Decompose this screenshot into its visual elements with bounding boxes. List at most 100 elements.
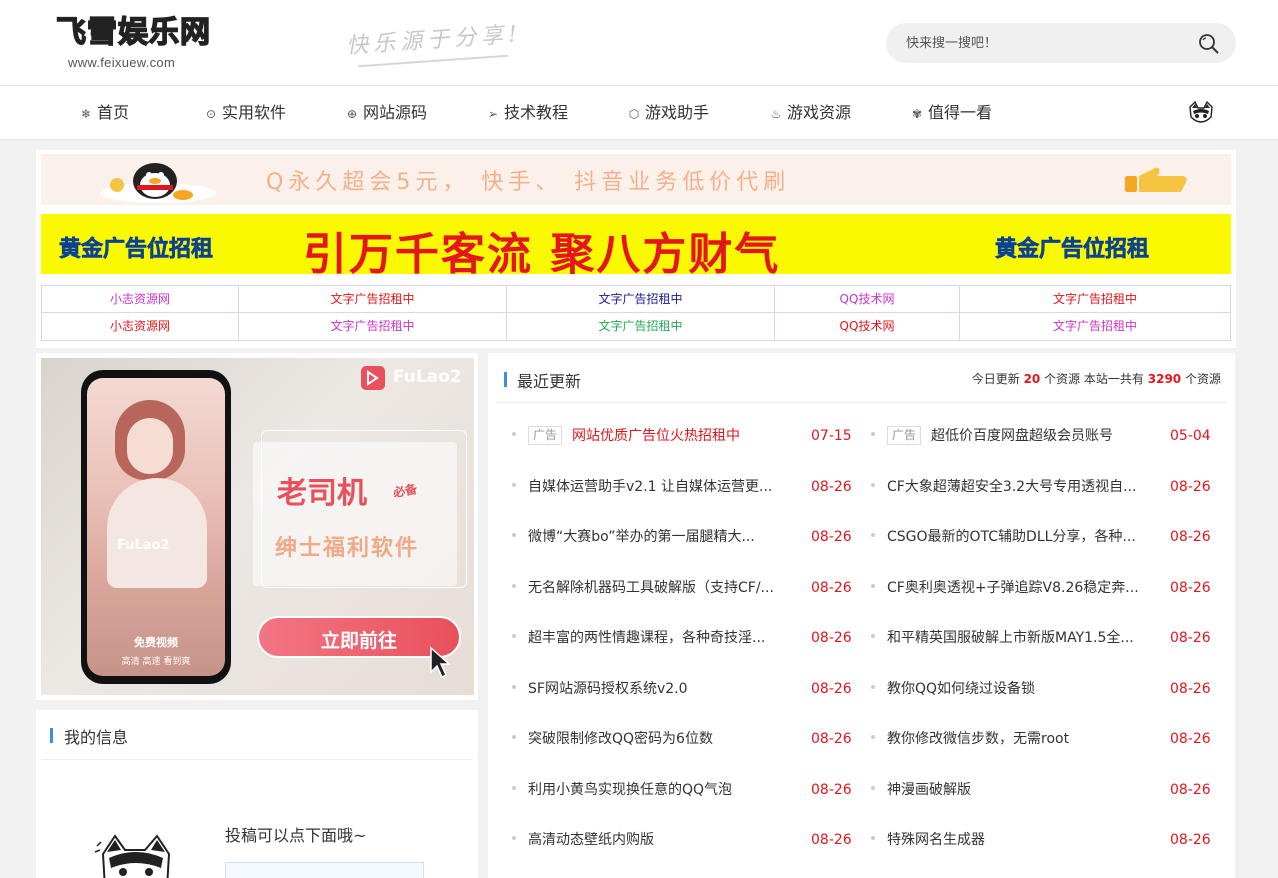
text-ad-grid: 小志资源网 文字广告招租中 文字广告招租中 QQ技术网 文字广告招租中 小志资源… (41, 285, 1231, 341)
post-title[interactable]: 微博“大赛bo”举办的第一届腿精大... (528, 527, 792, 547)
my-info-card: 我的信息 投稿可以点下面哦~ (36, 710, 478, 878)
search-icon[interactable] (1196, 31, 1222, 57)
penguin-icon (100, 163, 216, 203)
bullet-dot (871, 785, 875, 790)
text-ad-link[interactable]: 文字广告招租中 (507, 313, 775, 340)
text-ad-link[interactable]: 文字广告招租中 (960, 286, 1230, 313)
post-date: 08-26 (1170, 731, 1211, 747)
post-item[interactable]: 教你修改微信步数，无需root 08-26 (871, 727, 1221, 751)
post-item[interactable]: 和平精英国服破解上市新版MAY1.5全... 08-26 (871, 626, 1221, 650)
post-item[interactable]: SF网站源码授权系统v2.0 08-26 (512, 677, 862, 701)
bullet-dot (512, 533, 516, 537)
post-title[interactable]: 利用小黄鸟实现换任意的QQ气泡 (528, 780, 792, 800)
post-item[interactable]: 利用小黄鸟实现换任意的QQ气泡 08-26 (512, 778, 862, 802)
post-date: 08-26 (811, 731, 852, 747)
post-date: 08-26 (811, 529, 852, 545)
post-date: 08-26 (1170, 781, 1211, 798)
promo-badge: 必备 (392, 482, 419, 500)
post-title[interactable]: SF网站源码授权系统v2.0 (528, 679, 792, 699)
post-title[interactable]: 教你修改微信步数，无需root (887, 729, 1151, 749)
post-item[interactable]: 广告 超低价百度网盘超级会员账号 05-04 (871, 424, 1221, 448)
post-date: 08-26 (811, 630, 852, 646)
post-date: 08-26 (1170, 478, 1211, 495)
nav-item-label: 值得一看 (928, 103, 993, 122)
post-title[interactable]: CF奥利奥透视+子弹追踪V8.26稳定奔... (887, 578, 1151, 598)
title-accent-bar (50, 728, 53, 743)
site-header: 飞雪娱乐网 www.feixuew.com 快乐源于分享! (0, 0, 1278, 86)
post-item[interactable]: 无名解除机器码工具破解版（支持CF/... 08-26 (512, 576, 862, 600)
post-item[interactable]: CF大象超薄超安全3.2大号专用透视自... 08-26 (871, 475, 1221, 499)
post-item[interactable]: 教你QQ如何绕过设备锁 08-26 (871, 677, 1221, 701)
user-avatar[interactable] (1186, 99, 1216, 129)
banner-ad-gold[interactable]: 黄金广告位招租 引万千客流 聚八方财气 黄金广告位招租 (41, 214, 1231, 274)
post-title[interactable]: 和平精英国服破解上市新版MAY1.5全... (887, 628, 1151, 648)
nav-item-label: 游戏助手 (645, 103, 710, 122)
bullet-dot (512, 634, 516, 638)
text-ad-link[interactable]: 小志资源网 (42, 286, 239, 313)
nav-item-label: 游戏资源 (787, 103, 852, 122)
title-accent-bar (504, 372, 507, 387)
fire-icon: ♨ (770, 107, 782, 121)
post-title[interactable]: 突破限制修改QQ密码为6位数 (528, 729, 792, 749)
post-title[interactable]: 网站优质广告位火热招租中 (572, 426, 792, 446)
post-item[interactable]: 高清动态壁纸内购版 08-26 (512, 828, 862, 852)
nav-item-worth-seeing[interactable]: ✾ 值得一看 (911, 86, 992, 140)
post-title[interactable]: 特殊网名生成器 (887, 830, 1151, 850)
text-ad-link[interactable]: QQ技术网 (775, 286, 960, 313)
post-item[interactable]: 广告 网站优质广告位火热招租中 07-15 (512, 424, 862, 448)
post-title[interactable]: CSGO最新的OTC辅助DLL分享，各种... (887, 527, 1151, 547)
cursor-arrow-icon (430, 646, 451, 679)
fulao-logo-icon (361, 366, 385, 390)
text-ad-link[interactable]: 小志资源网 (42, 313, 239, 340)
nav-item-home[interactable]: ❄ 首页 (80, 86, 129, 140)
submit-button[interactable] (225, 862, 424, 878)
nav-item-source-code[interactable]: ⊕ 网站源码 (346, 86, 427, 140)
ad-block: Q永久超会5元， 快手、 抖音业务低价代刷 黄金广告位招租 引万千客流 聚八方财… (36, 150, 1236, 348)
post-title[interactable]: 自媒体运营助手v2.1 让自媒体运营更... (528, 477, 792, 497)
post-item[interactable]: 超丰富的两性情趣课程，各种奇技淫... 08-26 (512, 626, 862, 650)
site-logo[interactable]: 飞雪娱乐网 www.feixuew.com (55, 14, 226, 74)
post-item[interactable]: 神漫画破解版 08-26 (871, 778, 1221, 802)
search-input[interactable] (906, 32, 1186, 54)
post-item[interactable]: 特殊网名生成器 08-26 (871, 828, 1221, 852)
ad-tag: 广告 (887, 426, 922, 445)
text-ad-link[interactable]: 文字广告招租中 (239, 313, 507, 340)
logo-text: 飞雪娱乐网 (55, 14, 211, 51)
post-title[interactable]: 超低价百度网盘超级会员账号 (931, 426, 1151, 446)
post-title[interactable]: 超丰富的两性情趣课程，各种奇技淫... (528, 628, 792, 648)
post-title[interactable]: 神漫画破解版 (887, 780, 1151, 800)
text-ad-link[interactable]: 文字广告招租中 (960, 313, 1230, 340)
phone-caption: 免费视频 (134, 636, 178, 649)
banner-ad-qq[interactable]: Q永久超会5元， 快手、 抖音业务低价代刷 (41, 154, 1231, 205)
post-item[interactable]: CSGO最新的OTC辅助DLL分享，各种... 08-26 (871, 525, 1221, 549)
post-title[interactable]: 高清动态壁纸内购版 (528, 830, 792, 850)
submit-tip: 投稿可以点下面哦~ (225, 826, 367, 845)
nav-item-label: 技术教程 (504, 103, 569, 122)
fulao-ad-image[interactable]: FuLao2 免费视频 高清 高速 看到爽 FuLao2 老司机 必备 绅士福利… (41, 358, 474, 695)
nav-item-game-helper[interactable]: ⬡ 游戏助手 (628, 86, 709, 140)
total-count: 3290 (1147, 372, 1182, 386)
post-item[interactable]: 突破限制修改QQ密码为6位数 08-26 (512, 727, 862, 751)
ad-tag: 广告 (528, 426, 563, 445)
main-nav: ❄ 首页 ⊙ 实用软件 ⊕ 网站源码 ➢ 技术教程 ⬡ 游戏助手 ♨ 游戏资源 ✾ 值得一看 (0, 86, 1278, 140)
portrait-face (127, 418, 173, 474)
nav-item-tutorials[interactable]: ➢ 技术教程 (487, 86, 568, 140)
bullet-dot (871, 735, 875, 739)
post-date: 08-26 (1170, 832, 1211, 848)
post-title[interactable]: 教你QQ如何绕过设备锁 (887, 679, 1151, 699)
text-ad-link[interactable]: 文字广告招租中 (239, 286, 507, 313)
post-title[interactable]: 无名解除机器码工具破解版（支持CF/... (528, 578, 792, 598)
my-info-title: 我的信息 (64, 728, 129, 747)
post-item[interactable]: 微博“大赛bo”举办的第一届腿精大... 08-26 (512, 525, 862, 549)
card-divider (496, 402, 1227, 403)
post-item[interactable]: CF奥利奥透视+子弹追踪V8.26稳定奔... 08-26 (871, 576, 1221, 600)
post-title[interactable]: CF大象超薄超安全3.2大号专用透视自... (887, 477, 1151, 497)
thumbs-up-icon (1125, 167, 1187, 192)
nav-item-game-resources[interactable]: ♨ 游戏资源 (770, 86, 851, 140)
today-count: 20 (1023, 372, 1041, 386)
nav-item-software[interactable]: ⊙ 实用软件 (205, 86, 286, 140)
banner-side-text: 黄金广告位招租 (59, 237, 214, 263)
text-ad-link[interactable]: 文字广告招租中 (507, 286, 775, 313)
text-ad-link[interactable]: QQ技术网 (775, 313, 960, 340)
post-item[interactable]: 自媒体运营助手v2.1 让自媒体运营更... 08-26 (512, 475, 862, 499)
